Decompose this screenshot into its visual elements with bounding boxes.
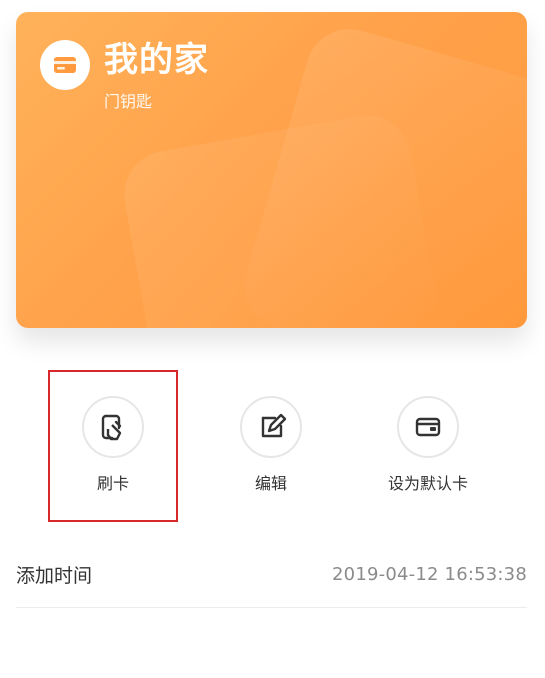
card-title: 我的家 <box>104 40 209 80</box>
tap-card-icon-circle <box>82 396 144 458</box>
key-card-detail-screen: 我的家 门钥匙 刷卡 编辑 设为默认卡 添加时间 2019-04-12 16:5… <box>0 0 545 678</box>
tap-card-label: 刷卡 <box>96 474 129 493</box>
card-icon <box>40 40 90 90</box>
tap-card-button[interactable]: 刷卡 <box>33 380 193 510</box>
card-subtitle: 门钥匙 <box>104 92 153 111</box>
edit-button[interactable]: 编辑 <box>191 380 351 510</box>
key-card[interactable]: 我的家 门钥匙 <box>16 12 527 328</box>
divider <box>16 607 527 608</box>
default-card-icon-circle <box>397 396 459 458</box>
set-default-card-label: 设为默认卡 <box>387 474 468 493</box>
added-time-row: 添加时间 2019-04-12 16:53:38 <box>16 556 527 592</box>
tap-card-icon <box>101 414 122 441</box>
card-background-shape <box>234 18 527 328</box>
edit-label: 编辑 <box>254 474 287 493</box>
card-icon <box>54 57 76 73</box>
default-card-icon <box>415 417 441 437</box>
added-time-label: 添加时间 <box>16 564 93 587</box>
added-time-value: 2019-04-12 16:53:38 <box>332 563 527 585</box>
edit-icon-circle <box>240 396 302 458</box>
set-default-card-button[interactable]: 设为默认卡 <box>348 380 508 510</box>
edit-icon <box>261 413 287 438</box>
card-actions: 刷卡 编辑 设为默认卡 <box>0 380 545 520</box>
